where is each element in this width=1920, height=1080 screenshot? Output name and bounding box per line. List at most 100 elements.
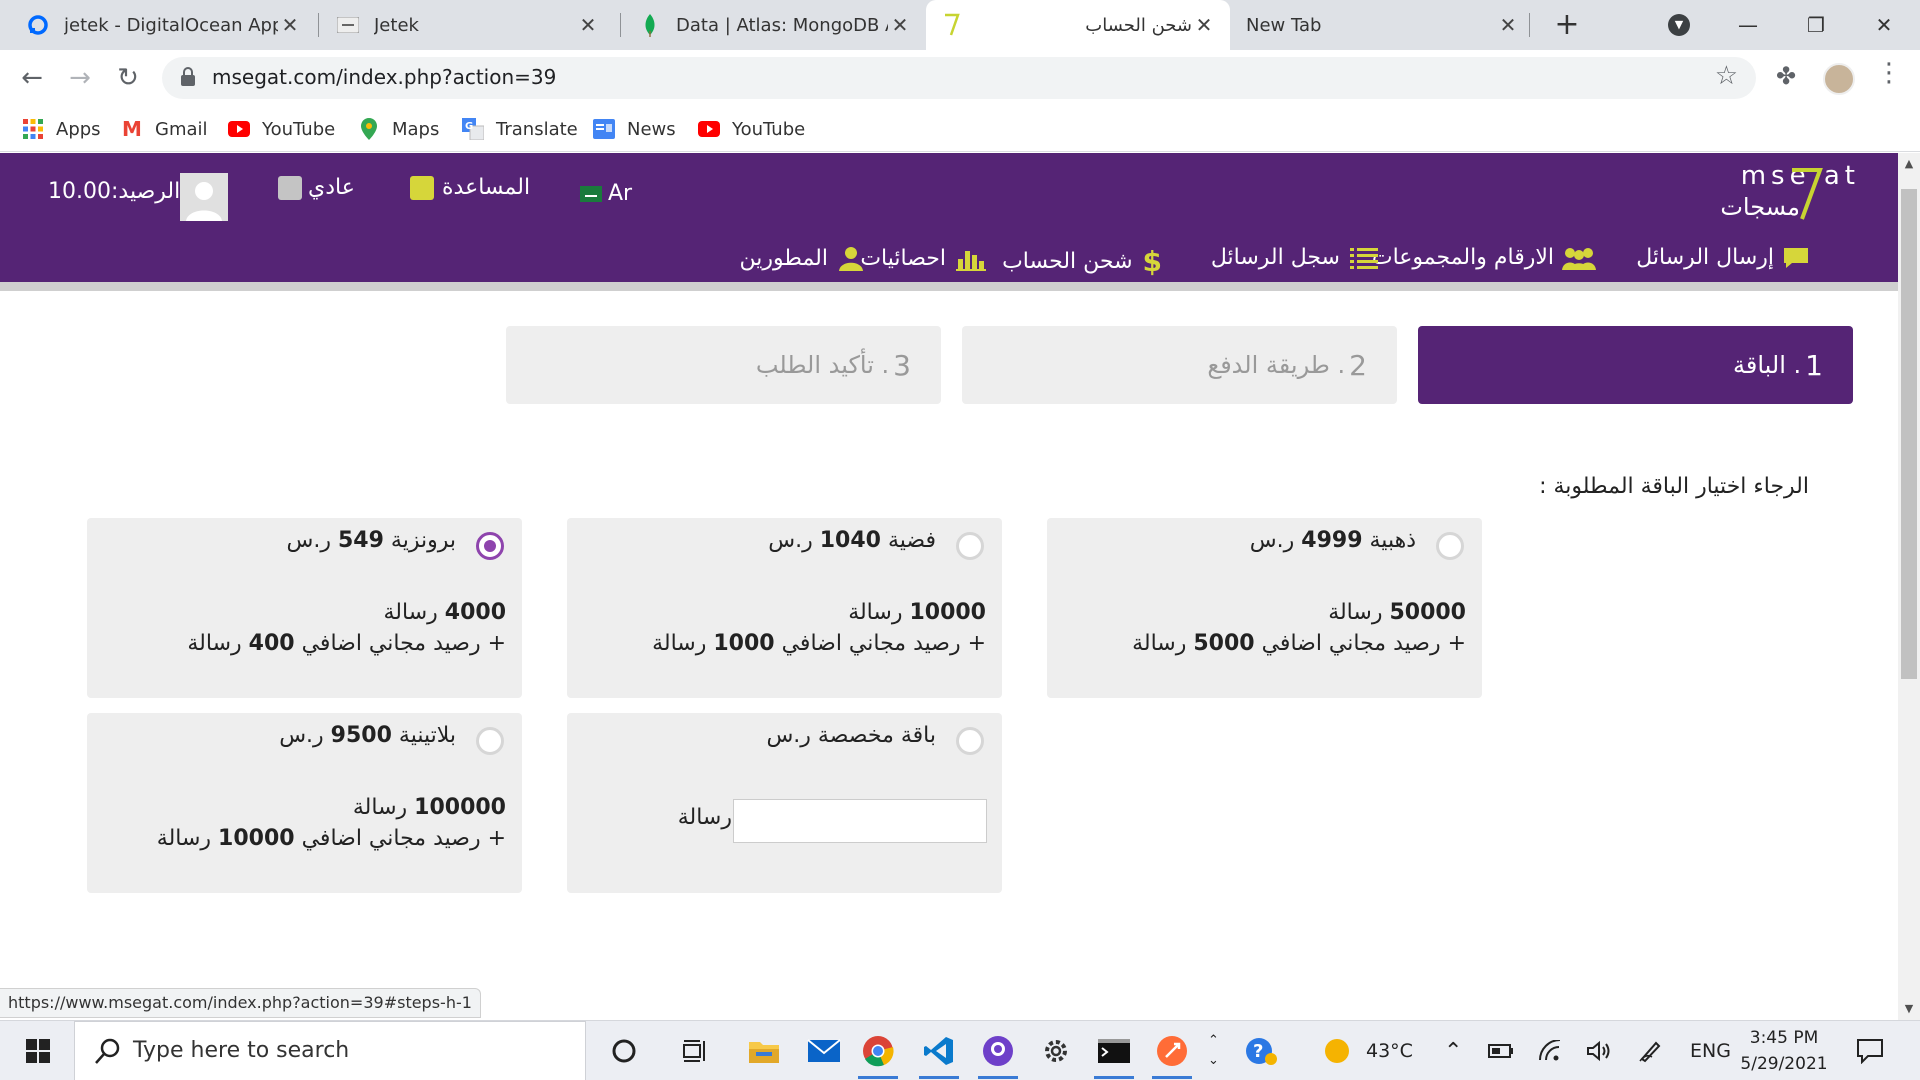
close-icon[interactable]: ✕ <box>576 13 600 37</box>
page-scrollbar[interactable]: ▲ ▼ <box>1898 153 1920 1020</box>
forward-button[interactable]: → <box>60 58 100 98</box>
step-payment-method[interactable]: 2 . طريقة الدفع <box>962 326 1397 404</box>
package-title: برونزية 549 ر.س <box>286 528 457 553</box>
vscode-icon[interactable] <box>915 1029 963 1079</box>
package-radio[interactable] <box>956 727 984 755</box>
site-favicon-icon <box>336 13 360 37</box>
package-card-platinum[interactable]: بلاتينية 9500 ر.س 100000 رسالة + رصيد مج… <box>87 713 522 893</box>
address-bar[interactable]: msegat.com/index.php?action=39 ☆ <box>162 57 1756 99</box>
package-radio[interactable] <box>1436 532 1464 560</box>
account-type-icon <box>278 175 302 200</box>
reload-button[interactable]: ↻ <box>108 58 148 98</box>
nav-numbers-groups[interactable]: الارقام والمجموعات <box>1372 245 1598 270</box>
postman-icon[interactable] <box>1148 1029 1196 1079</box>
scroll-up-arrow-icon[interactable]: ▲ <box>1898 153 1920 175</box>
close-icon[interactable]: ✕ <box>1192 13 1216 37</box>
bookmark-star-icon[interactable]: ☆ <box>1715 61 1738 91</box>
sun-icon <box>1325 1039 1349 1063</box>
battery-icon[interactable] <box>1488 1021 1514 1080</box>
bookmark-maps[interactable]: Maps <box>358 106 439 152</box>
user-avatar[interactable] <box>180 173 228 221</box>
nav-developers[interactable]: المطورين <box>740 245 864 271</box>
bar-chart-icon <box>956 251 986 271</box>
bookmark-gmail[interactable]: M Gmail <box>121 106 207 152</box>
nav-statistics[interactable]: احصائيات <box>860 245 986 271</box>
package-card-gold[interactable]: ذهبية 4999 ر.س 50000 رسالة + رصيد مجاني … <box>1047 518 1482 698</box>
bookmark-label: Apps <box>56 118 101 140</box>
nav-message-log[interactable]: سجل الرسائل <box>1211 245 1378 270</box>
notifications-icon[interactable] <box>1856 1021 1884 1080</box>
tab-search-icon[interactable]: ▼ <box>1668 14 1690 36</box>
cortana-circle-icon[interactable] <box>600 1029 648 1073</box>
new-tab-button[interactable]: + <box>1549 5 1585 45</box>
input-language[interactable]: ENG <box>1690 1021 1731 1080</box>
weather-widget[interactable]: 43°C <box>1322 1021 1413 1080</box>
extensions-puzzle-icon[interactable]: ✤ <box>1776 62 1796 90</box>
close-icon[interactable]: ✕ <box>888 13 912 37</box>
profile-avatar[interactable] <box>1823 63 1855 95</box>
show-hidden-icons-chevron-icon[interactable]: ⌃ <box>1444 1021 1462 1080</box>
volume-icon[interactable] <box>1586 1021 1612 1080</box>
close-window-button[interactable]: ✕ <box>1854 5 1914 45</box>
nav-recharge[interactable]: $ شحن الحساب <box>1002 245 1162 278</box>
restore-button[interactable]: ❐ <box>1786 5 1846 45</box>
bookmark-translate[interactable]: G Translate <box>462 106 578 152</box>
mail-icon[interactable] <box>800 1029 848 1073</box>
custom-messages-input[interactable] <box>733 799 987 843</box>
close-icon[interactable]: ✕ <box>278 13 302 37</box>
package-radio[interactable] <box>476 727 504 755</box>
link-status-bar: https://www.msegat.com/index.php?action=… <box>0 988 481 1018</box>
bookmark-news[interactable]: News <box>593 106 676 152</box>
task-view-icon[interactable] <box>672 1029 720 1073</box>
file-explorer-icon[interactable] <box>740 1029 788 1073</box>
windows-taskbar: Type here to search ⌃ ⌄ ? 43°C ⌃ ENG 3:4… <box>0 1020 1920 1080</box>
msegat-logo[interactable]: mse at مسجات <box>1710 161 1860 231</box>
github-desktop-icon[interactable] <box>974 1029 1022 1079</box>
chrome-taskbar-icon[interactable] <box>854 1029 902 1079</box>
wifi-icon[interactable] <box>1538 1021 1562 1080</box>
settings-gear-icon[interactable] <box>1032 1029 1080 1073</box>
step-package[interactable]: 1 . الباقة <box>1418 326 1853 404</box>
windows-start-icon[interactable] <box>14 1033 62 1069</box>
minimize-button[interactable]: — <box>1718 5 1778 45</box>
bookmark-label: News <box>627 118 676 140</box>
package-card-custom[interactable]: باقة مخصصة ر.س رسالة <box>567 713 1002 893</box>
bookmark-apps[interactable]: Apps <box>22 106 101 152</box>
help-menu[interactable]: المساعدة <box>410 175 530 200</box>
package-radio-selected[interactable] <box>476 532 504 560</box>
tab-mongodb[interactable]: Data | Atlas: MongoDB Atl ✕ <box>624 0 926 50</box>
language-switch[interactable]: Ar <box>580 181 632 206</box>
account-type[interactable]: عادي <box>278 175 355 200</box>
package-radio[interactable] <box>956 532 984 560</box>
apps-grid-icon <box>22 118 44 140</box>
tab-jetek[interactable]: Jetek ✕ <box>322 0 614 50</box>
chrome-menu-icon[interactable]: ⋮ <box>1876 58 1902 88</box>
terminal-icon[interactable] <box>1090 1029 1138 1079</box>
tab-new-tab[interactable]: New Tab ✕ <box>1232 0 1534 50</box>
tab-digitalocean[interactable]: jetek - DigitalOcean App P ✕ <box>12 0 316 50</box>
nav-send-messages[interactable]: إرسال الرسائل <box>1636 245 1810 270</box>
taskbar-search-box[interactable]: Type here to search <box>74 1021 586 1080</box>
taskbar-scroll-arrows-icon[interactable]: ⌃ ⌄ <box>1208 1021 1219 1080</box>
bookmark-youtube[interactable]: YouTube <box>228 106 335 152</box>
bookmark-youtube-2[interactable]: YouTube <box>698 106 805 152</box>
tab-title: Jetek <box>374 14 419 36</box>
step-label: . طريقة الدفع <box>1207 351 1346 379</box>
package-card-bronze[interactable]: برونزية 549 ر.س 4000 رسالة + رصيد مجاني … <box>87 518 522 698</box>
bookmark-label: Maps <box>392 118 440 140</box>
browser-tab-strip: jetek - DigitalOcean App P ✕ Jetek ✕ Dat… <box>0 0 1920 50</box>
pen-ink-icon[interactable] <box>1638 1021 1662 1080</box>
close-icon[interactable]: ✕ <box>1496 13 1520 37</box>
balance: الرصيد:10.00 <box>48 179 180 204</box>
tab-title: شحن الحساب <box>1085 14 1192 36</box>
back-button[interactable]: ← <box>12 58 52 98</box>
chat-bubble-icon <box>1784 247 1808 268</box>
tab-recharge-active[interactable]: شحن الحساب ✕ <box>926 0 1230 50</box>
help-question-icon[interactable]: ? <box>1244 1021 1278 1080</box>
taskbar-clock[interactable]: 3:45 PM 5/29/2021 <box>1736 1025 1832 1077</box>
package-card-silver[interactable]: فضية 1040 ر.س 10000 رسالة + رصيد مجاني ا… <box>567 518 1002 698</box>
site-header: mse at مسجات الرصيد:10.00 عادي المساعدة … <box>0 153 1898 282</box>
scroll-thumb[interactable] <box>1901 189 1917 679</box>
step-order-confirm[interactable]: 3 . تأكيد الطلب <box>506 326 941 404</box>
scroll-down-arrow-icon[interactable]: ▼ <box>1898 998 1920 1020</box>
